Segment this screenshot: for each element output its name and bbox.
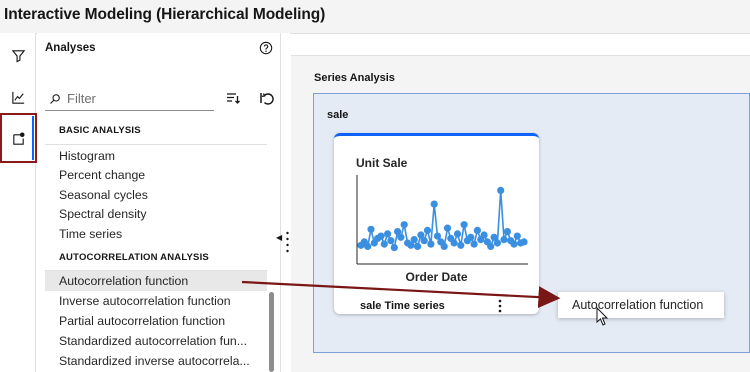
list-item-partial-autocorrelation[interactable]: Partial autocorrelation function <box>45 311 267 331</box>
filter-input[interactable] <box>67 91 207 106</box>
data-point <box>364 242 372 250</box>
chart-title: Unit Sale <box>356 156 408 170</box>
filter-rail-button[interactable] <box>4 41 32 69</box>
data-point <box>400 221 408 229</box>
data-point <box>487 242 495 250</box>
add-analysis-icon <box>12 132 24 145</box>
overflow-menu-icon[interactable] <box>497 299 503 313</box>
data-point <box>500 236 508 244</box>
drag-handle-icon[interactable] <box>286 230 289 258</box>
data-point <box>367 225 375 233</box>
data-point <box>457 241 465 249</box>
data-point <box>467 233 475 241</box>
data-point <box>450 239 458 247</box>
time-series-plot <box>356 175 528 265</box>
list-item-spectral-density[interactable]: Spectral density <box>45 204 267 224</box>
x-axis-label: Order Date <box>405 270 468 284</box>
data-point <box>414 242 422 250</box>
panel-scrollbar[interactable] <box>269 292 274 372</box>
data-point <box>384 230 392 238</box>
rail-active-indicator <box>32 116 34 160</box>
list-item-percent-change[interactable]: Percent change <box>45 165 267 185</box>
reset-icon[interactable] <box>258 90 274 106</box>
list-item-autocorrelation-function[interactable]: Autocorrelation function <box>45 271 267 291</box>
section-divider <box>45 144 267 145</box>
data-point <box>430 200 438 208</box>
section-heading-autocorrelation: AUTOCORRELATION ANALYSIS <box>59 252 209 263</box>
data-point <box>397 233 405 241</box>
data-point <box>513 232 521 240</box>
data-point <box>440 242 448 250</box>
collapse-arrow-icon[interactable]: ◀ <box>276 233 282 242</box>
panel-splitter[interactable] <box>280 33 290 372</box>
series-analysis-title: Series Analysis <box>314 72 395 84</box>
data-point <box>460 221 468 229</box>
list-item-inverse-autocorrelation[interactable]: Inverse autocorrelation function <box>45 291 267 311</box>
sort-icon[interactable] <box>225 90 241 106</box>
search-icon <box>50 93 60 104</box>
data-point <box>493 239 501 247</box>
data-point <box>390 244 398 252</box>
data-point <box>410 236 418 244</box>
chart-rail-button[interactable] <box>4 83 32 111</box>
analyses-rail-button[interactable] <box>4 124 32 152</box>
time-series-tile[interactable]: Unit Sale Order Date sale Time series <box>334 133 539 314</box>
data-point <box>380 240 388 248</box>
data-point <box>427 240 435 248</box>
list-item-standardized-autocorrelation[interactable]: Standardized autocorrelation fun... <box>45 331 267 351</box>
data-point <box>480 231 488 239</box>
data-point <box>420 237 428 245</box>
list-item-time-series[interactable]: Time series <box>45 224 267 244</box>
data-point <box>377 232 385 240</box>
data-point <box>473 226 481 234</box>
data-point <box>470 240 478 248</box>
analyses-panel: Analyses BASIC ANALYSIS Histogram Percen… <box>37 33 280 372</box>
section-heading-basic: BASIC ANALYSIS <box>59 125 141 136</box>
list-item-histogram[interactable]: Histogram <box>45 146 267 166</box>
line-chart-icon <box>11 91 24 104</box>
data-point <box>387 237 395 245</box>
data-point <box>503 228 511 236</box>
drag-ghost-item: Autocorrelation function <box>558 292 724 318</box>
list-item-standardized-inverse-autocorrelation[interactable]: Standardized inverse autocorrela... <box>45 351 267 371</box>
data-point <box>443 224 452 232</box>
variable-name: sale <box>327 109 349 121</box>
data-point <box>423 226 432 234</box>
filter-icon <box>11 49 25 63</box>
list-item-seasonal-cycles[interactable]: Seasonal cycles <box>45 185 267 205</box>
filter-field[interactable] <box>45 87 214 111</box>
panel-title: Analyses <box>45 42 96 54</box>
app-title: Interactive Modeling (Hierarchical Model… <box>4 6 326 23</box>
data-point <box>510 240 518 248</box>
data-point <box>453 230 462 238</box>
data-point <box>497 186 505 194</box>
tile-footer-label: sale Time series <box>360 300 445 312</box>
data-point <box>520 238 528 246</box>
help-icon[interactable] <box>259 41 273 55</box>
